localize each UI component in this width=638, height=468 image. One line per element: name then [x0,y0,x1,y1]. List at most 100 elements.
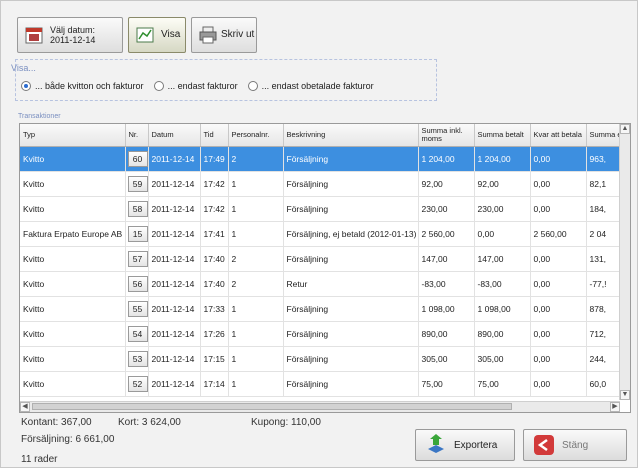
table-row[interactable]: Kvitto 53 2011-12-14 17:15 1 Försäljning 305,0… [20,346,630,372]
table-row[interactable]: Kvitto 58 2011-12-14 17:42 1 Försäljning 230,0… [20,196,630,222]
cell-datum: 2011-12-14 [148,146,201,172]
cell-typ: Kvitto [20,321,126,347]
cell-summa-inkl: 2 560,00 [418,221,475,247]
cell-summa-betalt: 75,00 [474,371,531,397]
table-row[interactable]: Kvitto 56 2011-12-14 17:40 2 Retur -83,00 -83,0… [20,271,630,297]
close-button[interactable]: Stäng [523,429,627,461]
col-tid[interactable]: Tid [200,124,229,147]
visa-radio-row: ... både kvitton och fakturor ... endast… [21,81,384,91]
cell-nr: 60 [125,146,149,172]
row-number-button[interactable]: 57 [127,251,147,267]
table-row[interactable]: Kvitto 60 2011-12-14 17:49 2 Försäljning 1 204… [20,146,630,172]
cell-tid: 17:42 [200,171,229,197]
summary-kupong: Kupong: 110,00 [251,417,321,428]
cell-summa-betalt: 1 098,00 [474,296,531,322]
radio-unpaid-circle[interactable] [247,81,258,91]
show-label: Visa [161,29,181,40]
cell-personalnr: 1 [228,171,284,197]
table-row[interactable]: Kvitto 59 2011-12-14 17:42 1 Försäljning 92,00… [20,171,630,197]
radio-all-circle[interactable] [21,81,31,91]
cell-datum: 2011-12-14 [148,221,201,247]
table-row[interactable]: Kvitto 52 2011-12-14 17:14 1 Försäljning 75,00… [20,371,630,397]
col-beskrivning[interactable]: Beskrivning [283,124,419,147]
cell-personalnr: 1 [228,296,284,322]
export-button[interactable]: Exportera [415,429,515,461]
row-number-button[interactable]: 52 [127,376,147,392]
scroll-right-icon[interactable]: ▶ [610,402,620,412]
row-number-button[interactable]: 54 [127,326,147,342]
cell-datum: 2011-12-14 [148,296,201,322]
cell-personalnr: 2 [228,246,284,272]
cell-datum: 2011-12-14 [148,321,201,347]
col-typ[interactable]: Typ [20,124,126,147]
summary-rader: 11 rader [21,454,58,465]
row-number-button[interactable]: 58 [127,201,147,217]
cell-beskrivning: Försäljning [283,246,419,272]
horizontal-scrollbar[interactable]: ◀ ▶ [20,401,620,412]
cell-tid: 17:49 [200,146,229,172]
vertical-scrollbar[interactable]: ▲ ▼ [619,124,630,400]
date-value: 2011-12-14 [50,35,96,45]
print-label: Skriv ut [221,29,255,40]
cell-personalnr: 2 [228,146,284,172]
row-number-button[interactable]: 53 [127,351,147,367]
cell-kvar: 0,00 [530,321,587,347]
cell-summa-inkl: 305,00 [418,346,475,372]
col-personalnr[interactable]: Personalnr. [228,124,284,147]
cell-summa-inkl: 147,00 [418,246,475,272]
show-button[interactable]: Visa [128,17,186,53]
scroll-up-icon[interactable]: ▲ [620,124,630,134]
row-number-button[interactable]: 60 [127,151,147,167]
cell-nr: 57 [125,246,149,272]
date-picker-button[interactable]: Välj datum: 2011-12-14 [17,17,123,53]
cell-tid: 17:41 [200,221,229,247]
cell-kvar: 0,00 [530,171,587,197]
row-number-button[interactable]: 56 [127,276,147,292]
col-summa-inkl[interactable]: Summa inkl. moms [418,124,475,147]
cell-datum: 2011-12-14 [148,246,201,272]
cell-kvar: 0,00 [530,271,587,297]
cell-typ: Kvitto [20,146,126,172]
col-summa-betalt[interactable]: Summa betalt [474,124,531,147]
cell-personalnr: 1 [228,196,284,222]
cell-typ: Kvitto [20,246,126,272]
cell-beskrivning: Försäljning [283,296,419,322]
table-row[interactable]: Kvitto 57 2011-12-14 17:40 2 Försäljning 147,0… [20,246,630,272]
cell-datum: 2011-12-14 [148,196,201,222]
horizontal-scroll-thumb[interactable] [32,403,512,410]
visa-title: Visa... [11,63,36,73]
row-number-button[interactable]: 15 [127,226,147,242]
cell-tid: 17:33 [200,296,229,322]
radio-unpaid[interactable]: ... endast obetalade fakturor [247,81,374,91]
table-row[interactable]: Faktura Erpato Europe AB 15 2011-12-14 17:4… [20,221,630,247]
cell-typ: Kvitto [20,296,126,322]
table-row[interactable]: Kvitto 55 2011-12-14 17:33 1 Försäljning 1 098… [20,296,630,322]
radio-invoices-circle[interactable] [153,81,164,91]
radio-all[interactable]: ... både kvitton och fakturor [21,81,144,91]
radio-invoices[interactable]: ... endast fakturor [153,81,238,91]
radio-invoices-label: ... endast fakturor [167,81,238,91]
row-number-button[interactable]: 59 [127,176,147,192]
cell-beskrivning: Försäljning [283,371,419,397]
row-number-button[interactable]: 55 [127,301,147,317]
cell-kvar: 0,00 [530,246,587,272]
print-button[interactable]: Skriv ut [191,17,257,53]
col-datum[interactable]: Datum [148,124,201,147]
cell-kvar: 0,00 [530,296,587,322]
summary-kontant: Kontant: 367,00 [21,417,92,428]
cell-typ: Kvitto [20,346,126,372]
cell-beskrivning: Försäljning, ej betald (2012-01-13) [283,221,419,247]
cell-tid: 17:40 [200,271,229,297]
cell-kvar: 0,00 [530,371,587,397]
table-row[interactable]: Kvitto 54 2011-12-14 17:26 1 Försäljning 890,0… [20,321,630,347]
cell-nr: 15 [125,221,149,247]
cell-datum: 2011-12-14 [148,371,201,397]
cell-personalnr: 1 [228,321,284,347]
col-kvar-att-betala[interactable]: Kvar att betala [530,124,587,147]
header-row: Typ Nr. Datum Tid Personalnr. Beskrivnin… [20,124,630,147]
scroll-down-icon[interactable]: ▼ [620,390,630,400]
col-nr[interactable]: Nr. [125,124,149,147]
cell-personalnr: 1 [228,371,284,397]
transactions-title: Transaktioner [18,113,61,120]
scroll-left-icon[interactable]: ◀ [20,402,30,412]
